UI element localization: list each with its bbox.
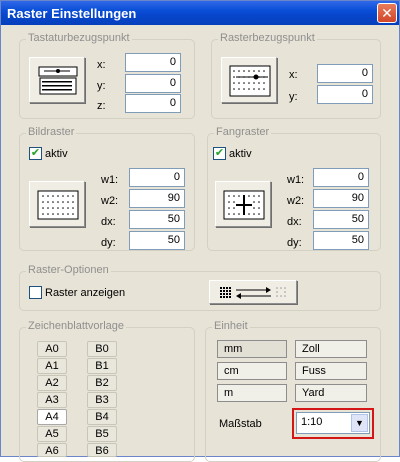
- tastatur-z-input[interactable]: 0: [125, 94, 181, 113]
- grid-swap-icon: [220, 287, 286, 299]
- bildraster-dy-input[interactable]: 50: [129, 231, 185, 250]
- fangraster-button[interactable]: [215, 181, 271, 227]
- raster-anzeigen-label: Raster anzeigen: [45, 286, 126, 299]
- checkmark-icon: ✔: [29, 147, 42, 160]
- sheet-b5-button[interactable]: B5: [87, 426, 117, 442]
- bildraster-aktiv-label: aktiv: [45, 147, 68, 160]
- title-bar: Raster Einstellungen ✕: [1, 1, 399, 25]
- unit-cm-button[interactable]: cm: [217, 362, 287, 380]
- unit-mm-button[interactable]: mm: [217, 340, 287, 358]
- fangraster-w1-input[interactable]: 0: [313, 168, 369, 187]
- group-legend: Tastaturbezugspunkt: [26, 32, 132, 44]
- sheet-b3-button[interactable]: B3: [87, 392, 117, 408]
- rasterbezug-x-input[interactable]: 0: [317, 64, 373, 83]
- tastatur-y-input[interactable]: 0: [125, 74, 181, 93]
- group-legend: Einheit: [212, 320, 250, 332]
- fangraster-aktiv-checkbox[interactable]: ✔ aktiv: [213, 147, 252, 160]
- massstab-select[interactable]: 1:10 ▼: [296, 412, 370, 434]
- tastatur-z-label: z:: [97, 100, 106, 112]
- sheet-b2-button[interactable]: B2: [87, 375, 117, 391]
- massstab-label: Maßstab: [219, 418, 262, 430]
- fangraster-w2-input[interactable]: 90: [313, 189, 369, 208]
- unit-yard-button[interactable]: Yard: [295, 384, 367, 402]
- fangraster-dy-label: dy:: [287, 237, 302, 249]
- group-legend: Bildraster: [26, 126, 77, 138]
- raster-anzeigen-checkbox[interactable]: Raster anzeigen: [29, 286, 125, 299]
- checkmark-icon: ✔: [213, 147, 226, 160]
- chevron-down-icon[interactable]: ▼: [351, 414, 368, 432]
- group-legend: Raster-Optionen: [26, 264, 111, 276]
- checkbox-box: [29, 286, 42, 299]
- raster-swap-button[interactable]: [209, 280, 297, 304]
- grid-reference-icon: [229, 65, 271, 97]
- sheet-a5-button[interactable]: A5: [37, 426, 67, 442]
- massstab-value: 1:10: [301, 416, 323, 428]
- rasterbezug-x-label: x:: [289, 69, 298, 81]
- sheet-a0-button[interactable]: A0: [37, 341, 67, 357]
- bildraster-w1-label: w1:: [101, 174, 119, 186]
- rasterbezug-y-label: y:: [289, 91, 298, 103]
- bildraster-w2-label: w2:: [101, 195, 119, 207]
- group-legend: Rasterbezugspunkt: [218, 32, 317, 44]
- sheet-b1-button[interactable]: B1: [87, 358, 117, 374]
- rasterbezug-y-input[interactable]: 0: [317, 85, 373, 104]
- snap-grid-icon: [223, 190, 265, 220]
- fangraster-w2-label: w2:: [287, 195, 305, 207]
- sheet-b4-button[interactable]: B4: [87, 409, 117, 425]
- sheet-a1-button[interactable]: A1: [37, 358, 67, 374]
- unit-zoll-button[interactable]: Zoll: [295, 340, 367, 358]
- tastatur-y-label: y:: [97, 80, 106, 92]
- unit-m-button[interactable]: m: [217, 384, 287, 402]
- bildraster-dy-label: dy:: [101, 237, 116, 249]
- fangraster-dx-input[interactable]: 50: [313, 210, 369, 229]
- fangraster-dx-label: dx:: [287, 216, 302, 228]
- sheet-b0-button[interactable]: B0: [87, 341, 117, 357]
- keyboard-reference-button[interactable]: [29, 57, 85, 103]
- raster-reference-button[interactable]: [221, 57, 277, 103]
- bildraster-dx-input[interactable]: 50: [129, 210, 185, 229]
- keyboard-icon: [38, 66, 78, 95]
- sheet-a4-button[interactable]: A4: [37, 409, 67, 425]
- raster-settings-window: Raster Einstellungen ✕ Tastaturbezugspun…: [0, 0, 400, 462]
- tastatur-x-input[interactable]: 0: [125, 53, 181, 72]
- bildraster-aktiv-checkbox[interactable]: ✔ aktiv: [29, 147, 68, 160]
- bildraster-w1-input[interactable]: 0: [129, 168, 185, 187]
- group-legend: Fangraster: [214, 126, 272, 138]
- bildraster-button[interactable]: [29, 181, 85, 227]
- bildraster-dx-label: dx:: [101, 216, 116, 228]
- dot-grid-icon: [37, 190, 79, 220]
- fangraster-dy-input[interactable]: 50: [313, 231, 369, 250]
- bildraster-w2-input[interactable]: 90: [129, 189, 185, 208]
- group-legend: Zeichenblattvorlage: [26, 320, 127, 332]
- sheet-a3-button[interactable]: A3: [37, 392, 67, 408]
- sheet-a2-button[interactable]: A2: [37, 375, 67, 391]
- unit-fuss-button[interactable]: Fuss: [295, 362, 367, 380]
- window-title: Raster Einstellungen: [7, 5, 137, 21]
- fangraster-w1-label: w1:: [287, 174, 305, 186]
- tastatur-x-label: x:: [97, 59, 106, 71]
- sheet-b6-button[interactable]: B6: [87, 443, 117, 457]
- sheet-a6-button[interactable]: A6: [37, 443, 67, 457]
- close-icon[interactable]: ✕: [377, 3, 397, 23]
- fangraster-aktiv-label: aktiv: [229, 147, 252, 160]
